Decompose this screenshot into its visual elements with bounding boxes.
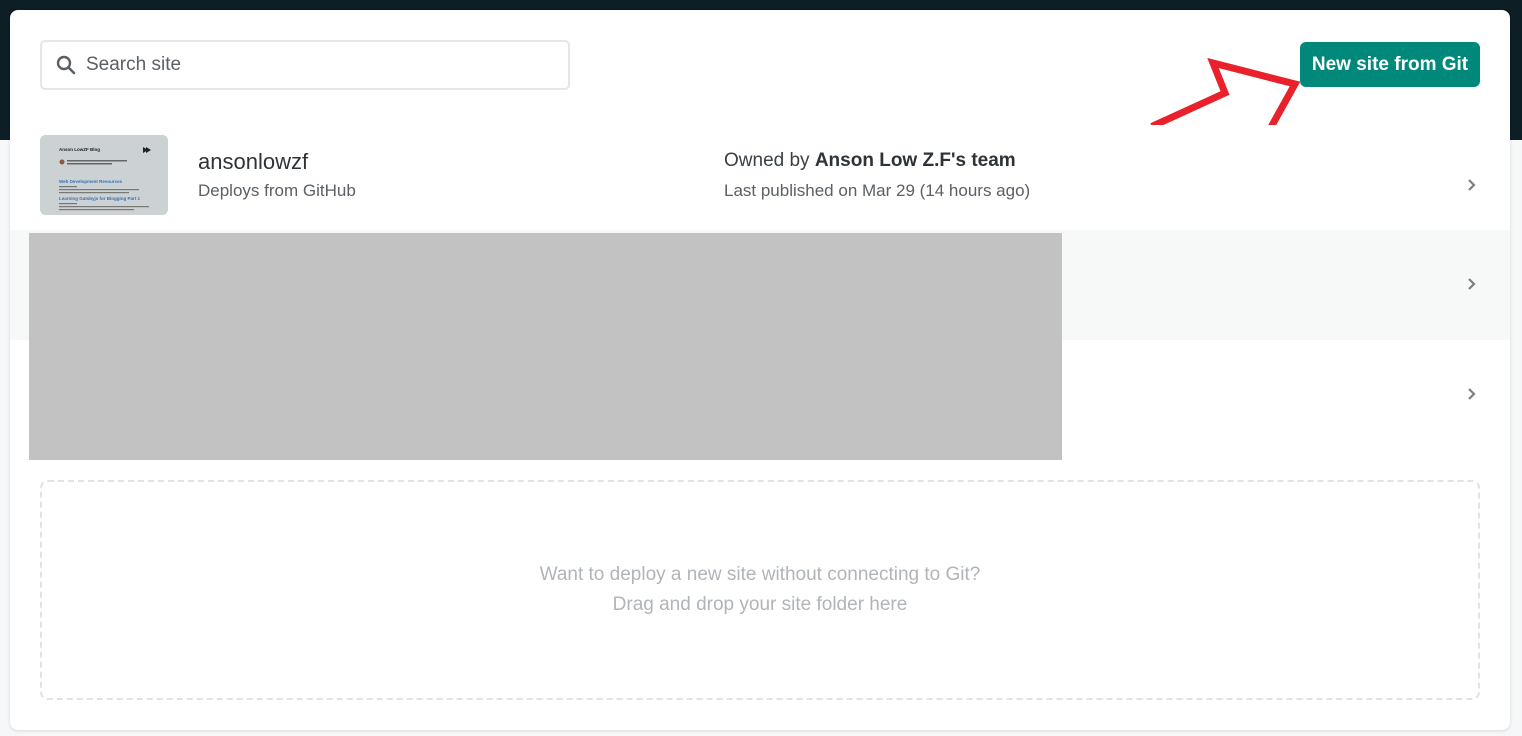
drag-drop-zone[interactable]: Want to deploy a new site without connec… xyxy=(40,480,1480,700)
site-name[interactable]: ansonlowzf xyxy=(198,149,308,175)
chevron-right-icon xyxy=(1468,179,1476,191)
thumbnail-heading-2: Learning Gatsbyjs for Blogging Part 1 xyxy=(59,196,141,201)
site-owner: Owned by Anson Low Z.F's team xyxy=(724,150,1016,172)
site-deploy-source: Deploys from GitHub xyxy=(198,181,356,200)
thumbnail-heading-1: Web Development Resources xyxy=(59,179,123,184)
search-box[interactable] xyxy=(40,40,570,90)
site-row-ansonlowzf[interactable]: Anson LowZF Blog Web Development Resourc… xyxy=(10,125,1510,235)
owner-team: Anson Low Z.F's team xyxy=(814,150,1016,171)
search-input[interactable] xyxy=(86,54,526,76)
site-thumbnail: Anson LowZF Blog Web Development Resourc… xyxy=(40,135,168,215)
thumbnail-title: Anson LowZF Blog xyxy=(59,147,100,152)
dropzone-prompt: Want to deploy a new site without connec… xyxy=(539,564,981,585)
chevron-right-icon xyxy=(1468,278,1476,290)
redacted-region xyxy=(29,233,1062,460)
site-last-published: Last published on Mar 29 (14 hours ago) xyxy=(724,181,1031,200)
dropzone-hint: Drag and drop your site folder here xyxy=(612,594,908,615)
chevron-right-icon xyxy=(1468,388,1476,400)
new-site-from-git-button[interactable]: New site from Git xyxy=(1300,42,1480,87)
owner-prefix: Owned by xyxy=(724,150,815,171)
search-icon xyxy=(56,55,76,75)
sites-panel: New site from Git Anson LowZF Blog Web D… xyxy=(10,10,1510,730)
